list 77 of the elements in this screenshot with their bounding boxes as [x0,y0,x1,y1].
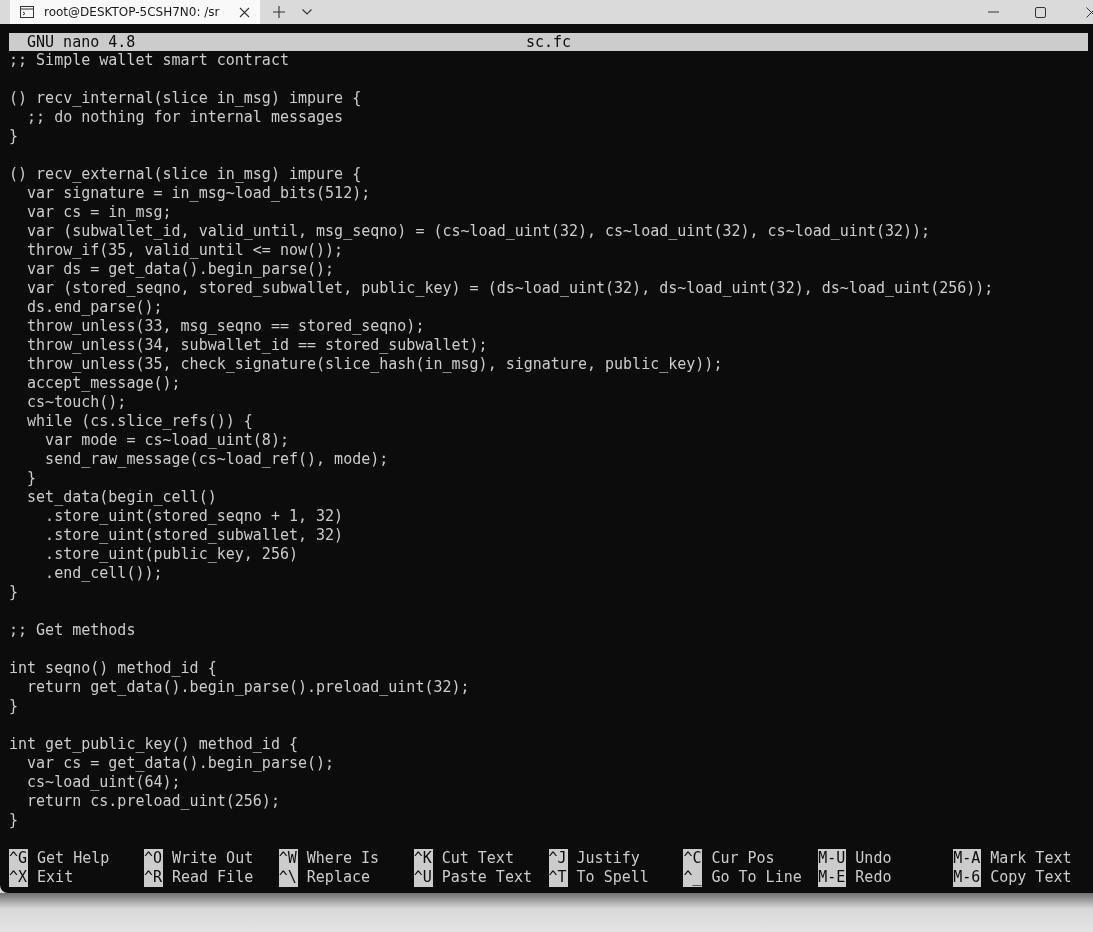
code-line: return get_data().begin_parse().preload_uint(32); [26,678,470,697]
code-line: } [9,697,19,716]
code-line: int get_public_key() method_id { [9,735,298,754]
terminal-tab[interactable]: root@DESKTOP-5CSH7N0: /sr [10,0,260,24]
code-line: throw_if(35, valid_until <= now()); [26,241,344,260]
shortcut-key: ^O [143,849,163,868]
shortcut-label: Copy Text [990,868,1072,887]
code-line: cs~load_uint(64); [26,773,181,792]
shortcut-label: Write Out [171,849,254,868]
code-line: throw_unless(35, check_signature(slice_hash(in_msg), signature, public_key)); [26,355,723,374]
shortcut-key: M-A [953,849,982,868]
shortcut-key: ^C [683,849,703,868]
shortcut-key: M-U [818,849,847,868]
shortcut-label: Replace [306,868,371,887]
shortcut-key: ^\ [278,868,298,887]
shortcut-key: M-E [818,868,847,887]
shortcut-key: ^R [143,868,163,887]
terminal-icon [20,6,34,18]
code-line: ;; Get methods [9,621,136,640]
code-line: return cs.preload_uint(256); [26,792,280,811]
code-line: var (stored_seqno, stored_subwallet, public_key) = (ds~load_uint(32), ds~load_uint(32), ds~load_uint(256)); [26,279,994,298]
shortcut-label: Paste Text [441,868,532,887]
code-line: } [9,127,19,146]
code-line: var cs = get_data().begin_parse(); [26,754,335,773]
code-line: ;; do nothing for internal messages [26,108,344,127]
code-line: accept_message(); [26,374,181,393]
code-line: .end_cell()); [44,564,163,583]
shortcut-key: ^K [413,849,433,868]
code-line: ;; Simple wallet smart contract [9,51,289,70]
code-line: () recv_external(slice in_msg) impure { [9,165,362,184]
code-line: var cs = in_msg; [26,203,172,222]
shortcut-key: ^_ [683,868,703,887]
code-line: .store_uint(public_key, 256) [44,545,298,564]
shortcut-key: ^U [413,868,433,887]
code-line: () recv_internal(slice in_msg) impure { [9,89,362,108]
code-line: throw_unless(33, msg_seqno == stored_seqno); [26,317,425,336]
code-line: .store_uint(stored_subwallet, 32) [44,526,344,545]
shortcut-key: ^W [278,849,298,868]
code-line: int seqno() method_id { [9,659,217,678]
shortcut-key: ^G [9,849,29,868]
maximize-icon[interactable] [1035,6,1046,18]
code-line: set_data(begin_cell() [26,488,217,507]
shortcut-key: ^X [9,868,29,887]
shortcut-label: Where Is [306,849,380,868]
dropdown-chevron-icon[interactable] [302,9,312,15]
code-line: ds.end_parse(); [26,298,163,317]
new-tab-icon[interactable] [273,6,285,18]
shortcut-label: Mark Text [990,849,1072,868]
nano-version: GNU nano 4.8 [26,33,137,51]
code-line: var ds = get_data().begin_parse(); [26,260,335,279]
shortcut-label: Go To Line [711,868,802,887]
shortcut-label: To Spell [576,868,649,887]
tab-title: root@DESKTOP-5CSH7N0: /sr [44,5,221,19]
shortcut-key: ^T [548,868,568,887]
shortcut-label: Cur Pos [711,849,775,868]
close-icon[interactable] [239,6,250,18]
shortcut-label: Read File [171,868,254,887]
code-line: throw_unless(34, subwallet_id == stored_subwallet); [26,336,488,355]
code-line: var mode = cs~load_uint(8); [44,431,289,450]
shortcut-label: Justify [576,849,640,868]
code-line: } [26,469,37,488]
shortcut-label: Undo [855,849,892,868]
code-line: } [9,583,19,602]
code-line: cs~touch(); [26,393,127,412]
code-line: var signature = in_msg~load_bits(512); [26,184,371,203]
shortcut-label: Cut Text [441,849,514,868]
code-line: .store_uint(stored_seqno + 1, 32) [44,507,344,526]
shortcut-label: Redo [855,868,892,887]
shortcut-label: Get Help [37,849,110,868]
file-name: sc.fc [525,33,572,51]
shortcut-label: Exit [37,868,74,887]
code-line: while (cs.slice_refs()) { [26,412,253,431]
code-line: send_raw_message(cs~load_ref(), mode); [44,450,389,469]
code-line: var (subwallet_id, valid_until, msg_seqno) = (cs~load_uint(32), cs~load_uint(32), cs~load_uint(32)); [26,222,931,241]
code-line: } [9,811,19,830]
shortcut-key: M-6 [953,868,982,887]
shortcut-key: ^J [548,849,568,868]
